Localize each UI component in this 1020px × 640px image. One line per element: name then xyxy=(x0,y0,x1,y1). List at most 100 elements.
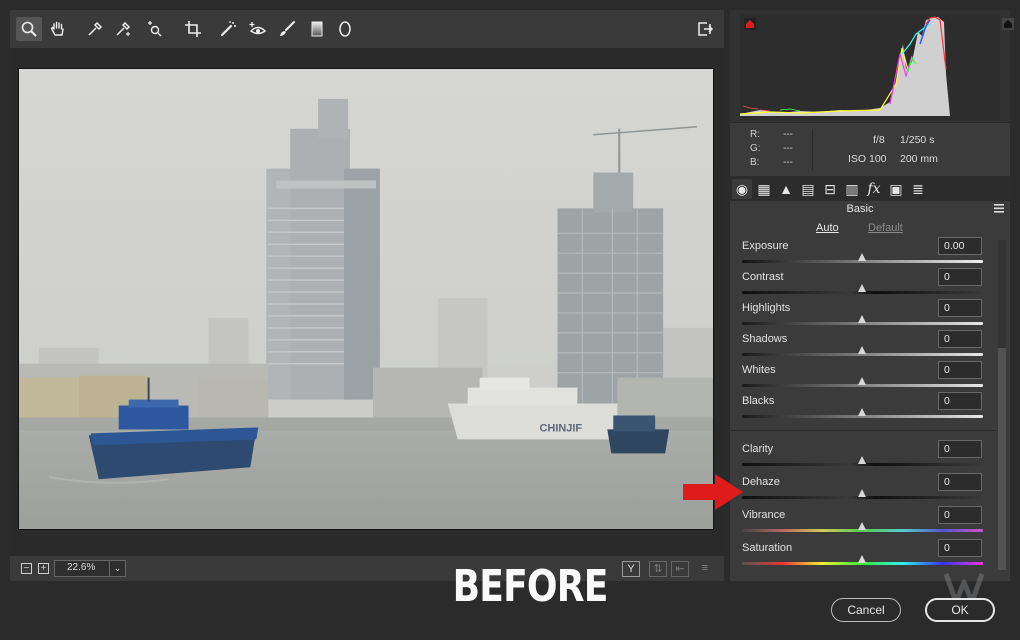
tab-effects[interactable]: fx xyxy=(864,179,884,199)
tab-hsl[interactable]: ▤ xyxy=(798,179,818,199)
slider-clarity: Clarity 0 xyxy=(730,437,996,467)
highlight-clip-warning-icon xyxy=(1002,18,1014,30)
clarity-value-field[interactable]: 0 xyxy=(938,440,982,458)
tool-bar xyxy=(10,10,724,48)
before-after-view-button[interactable]: Y xyxy=(622,561,640,577)
cancel-button[interactable]: Cancel xyxy=(831,598,901,622)
radial-filter-icon xyxy=(339,21,351,37)
chevron-down-icon: ⌄ xyxy=(109,561,125,576)
panel-scrollbar[interactable] xyxy=(998,240,1006,570)
targeted-adjustment-icon xyxy=(148,21,162,37)
scrollbar-thumb[interactable] xyxy=(998,348,1006,570)
red-eye-tool-button[interactable] xyxy=(245,17,271,41)
hazy-harbor-photo: CHINJIF xyxy=(19,69,713,529)
shadows-value-field[interactable]: 0 xyxy=(938,330,982,348)
white-balance-icon xyxy=(88,21,103,36)
panel-tabs: ◉ ▦ ▲ ▤ ⊟ ▥ fx ▣ ≣ xyxy=(730,176,1010,201)
shadow-clip-warning-button[interactable] xyxy=(734,14,756,30)
contrast-value-field[interactable]: 0 xyxy=(938,268,982,286)
film-icon: ▣ xyxy=(889,180,903,197)
slider-thumb[interactable] xyxy=(858,555,866,563)
copy-before-after-button[interactable]: ⇤ xyxy=(671,561,689,577)
zoom-out-button[interactable]: − xyxy=(21,563,32,574)
lens-icon: ▥ xyxy=(845,180,859,197)
panel-menu-icon[interactable] xyxy=(994,204,1004,213)
slider-thumb[interactable] xyxy=(858,315,866,323)
slider-label: Vibrance xyxy=(742,509,786,521)
spot-removal-tool-button[interactable] xyxy=(215,17,241,41)
toggle-defaults-button[interactable]: ≡ xyxy=(696,561,714,577)
tab-tone-curve[interactable]: ▦ xyxy=(754,179,774,199)
whites-value-field[interactable]: 0 xyxy=(938,361,982,379)
slider-thumb[interactable] xyxy=(858,346,866,354)
swap-before-after-button[interactable]: ⇅ xyxy=(649,561,667,577)
zoom-level-select[interactable]: 22.6% ⌄ xyxy=(54,560,126,577)
color-sampler-tool-button[interactable] xyxy=(110,17,136,41)
tab-detail[interactable]: ▲ xyxy=(776,179,796,199)
zoom-in-button[interactable]: + xyxy=(38,563,49,574)
default-button[interactable]: Default xyxy=(868,222,903,234)
slider-exposure: Exposure 0.00 xyxy=(730,234,996,264)
graduated-filter-icon xyxy=(311,21,323,37)
slider-label: Highlights xyxy=(742,302,791,314)
blue-value: --- xyxy=(783,157,793,168)
vibrance-value-field[interactable]: 0 xyxy=(938,506,982,524)
blacks-value-field[interactable]: 0 xyxy=(938,392,982,410)
export-button[interactable] xyxy=(692,17,718,41)
slider-label: Contrast xyxy=(742,271,784,283)
crop-tool-button[interactable] xyxy=(180,17,206,41)
targeted-adjustment-tool-button[interactable] xyxy=(141,17,167,41)
shutter-speed-value: 1/250 s xyxy=(900,134,935,146)
auto-button[interactable]: Auto xyxy=(816,222,839,234)
iso-value: ISO 100 xyxy=(848,153,887,165)
export-icon xyxy=(698,22,714,36)
slider-thumb[interactable] xyxy=(858,522,866,530)
tab-presets[interactable]: ≣ xyxy=(908,179,928,199)
slider-label: Exposure xyxy=(742,240,789,252)
slider-thumb[interactable] xyxy=(858,408,866,416)
slider-label: Saturation xyxy=(742,542,793,554)
graduated-filter-tool-button[interactable] xyxy=(304,17,330,41)
zoom-level-value: 22.6% xyxy=(67,562,96,573)
slider-label: Shadows xyxy=(742,333,788,345)
image-canvas: CHINJIF xyxy=(10,48,724,556)
adjustment-brush-tool-button[interactable] xyxy=(274,17,300,41)
ok-button[interactable]: OK xyxy=(925,598,995,622)
dehaze-value-field[interactable]: 0 xyxy=(938,473,982,491)
focal-length-value: 200 mm xyxy=(900,153,938,165)
slider-thumb[interactable] xyxy=(858,284,866,292)
tab-split-toning[interactable]: ⊟ xyxy=(820,179,840,199)
image-preview-area: CHINJIF − + 22.6% ⌄ Y ⇅ ⇤ ≡ xyxy=(10,10,724,581)
slider-label: Whites xyxy=(742,364,776,376)
slider-vibrance: Vibrance 0 xyxy=(730,503,996,533)
copy-settings-icon: ⇤ xyxy=(675,563,685,575)
red-eye-icon xyxy=(249,22,267,35)
slider-thumb[interactable] xyxy=(858,456,866,464)
hand-tool-button[interactable] xyxy=(45,17,71,41)
sliders-icon: ≡ xyxy=(701,562,709,574)
saturation-value-field[interactable]: 0 xyxy=(938,539,982,557)
slider-thumb[interactable] xyxy=(858,253,866,261)
exposure-value-field[interactable]: 0.00 xyxy=(938,237,982,255)
mountains-icon: ▲ xyxy=(779,181,793,197)
tab-lens-corrections[interactable]: ▥ xyxy=(842,179,862,199)
grid-icon: ▦ xyxy=(757,180,771,197)
adjustment-panel: R: --- G: --- B: --- f/8 1/250 s ISO 100 20… xyxy=(730,10,1014,581)
section-divider xyxy=(730,430,996,431)
highlights-value-field[interactable]: 0 xyxy=(938,299,982,317)
red-arrow-icon xyxy=(683,474,743,510)
fx-icon: fx xyxy=(867,181,881,197)
tab-camera-calibration[interactable]: ▣ xyxy=(886,179,906,199)
tab-basic[interactable]: ◉ xyxy=(732,179,752,199)
highlight-clip-warning-button[interactable] xyxy=(992,14,1014,30)
radial-filter-tool-button[interactable] xyxy=(332,17,358,41)
slider-thumb[interactable] xyxy=(858,489,866,497)
before-label: BEFORE xyxy=(452,561,609,612)
white-balance-tool-button[interactable] xyxy=(82,17,108,41)
slider-shadows: Shadows 0 xyxy=(730,327,996,357)
presets-icon: ≣ xyxy=(912,180,924,197)
slider-thumb[interactable] xyxy=(858,377,866,385)
red-label: R: xyxy=(750,129,760,140)
zoom-tool-button[interactable] xyxy=(16,17,42,41)
aperture-icon: ◉ xyxy=(735,180,749,197)
